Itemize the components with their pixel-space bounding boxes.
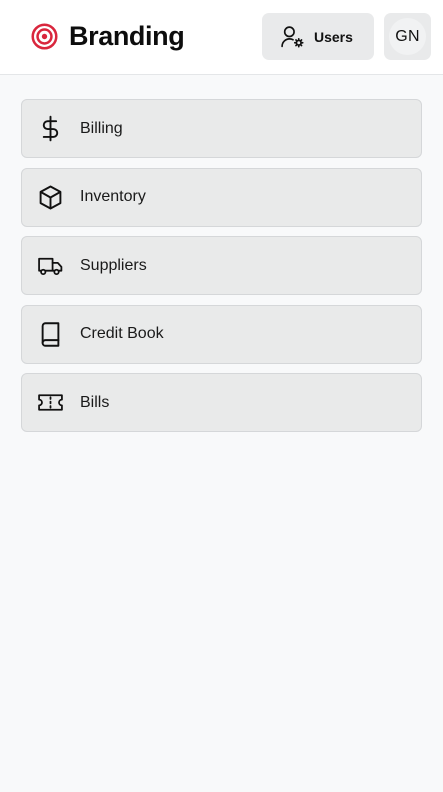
users-button[interactable]: Users — [262, 13, 374, 60]
truck-icon — [37, 252, 64, 279]
target-icon — [31, 22, 58, 50]
app-header: Branding Users GN — [0, 0, 443, 75]
menu-item-label: Inventory — [80, 188, 146, 205]
avatar: GN — [389, 18, 426, 55]
menu-item-credit-book[interactable]: Credit Book — [21, 304, 422, 364]
menu-item-billing[interactable]: Billing — [21, 99, 422, 158]
menu-item-suppliers[interactable]: Suppliers — [21, 236, 422, 295]
menu-item-label: Suppliers — [80, 256, 147, 274]
dollar-icon — [37, 115, 64, 142]
box-icon — [37, 184, 64, 211]
menu-item-inventory[interactable]: Inventory — [21, 167, 422, 227]
brand-title: Branding — [69, 20, 185, 51]
brand[interactable]: Branding — [31, 18, 185, 54]
menu-item-bills[interactable]: Bills — [21, 373, 422, 432]
menu-item-label: Credit Book — [80, 325, 164, 342]
book-icon — [37, 321, 64, 348]
ticket-icon — [37, 389, 64, 416]
menu-item-label: Billing — [80, 119, 123, 137]
avatar-button[interactable]: GN — [384, 13, 431, 60]
user-gear-icon — [281, 26, 304, 48]
main-menu: Billing Inventory Suppliers Credit Book … — [21, 99, 422, 442]
menu-item-label: Bills — [80, 393, 110, 411]
users-button-label: Users — [314, 28, 353, 45]
